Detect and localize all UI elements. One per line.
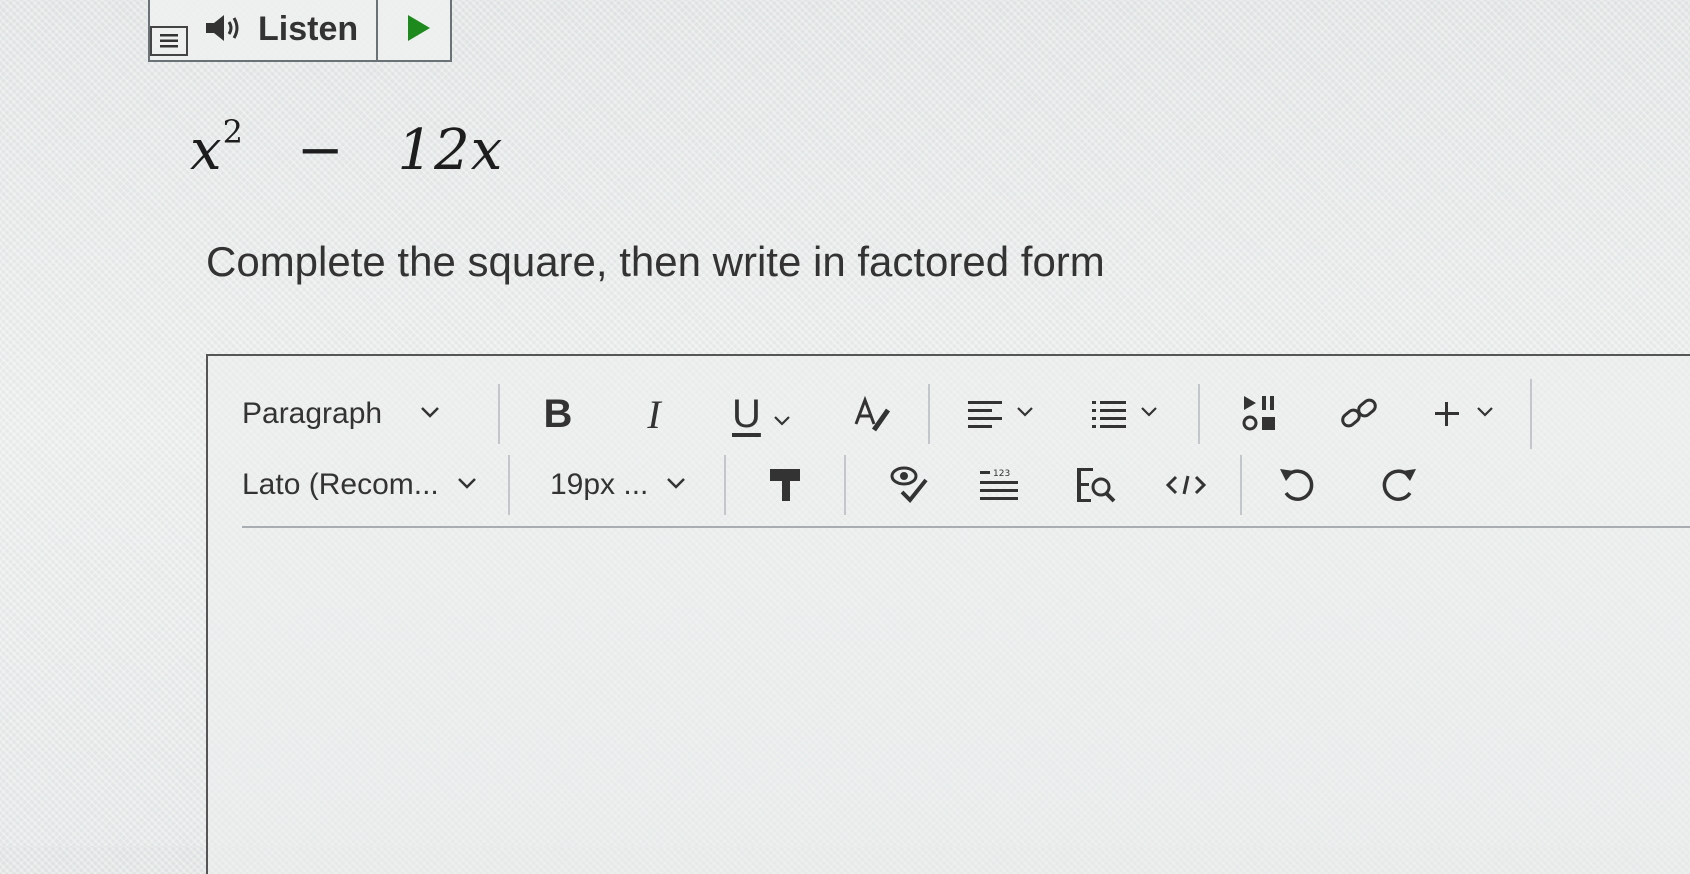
toolbar-separator [1530,379,1532,449]
play-icon[interactable] [404,11,434,50]
speaker-icon[interactable] [202,11,246,50]
rich-text-editor[interactable]: Paragraph B I U Lato (Recom... 19px ... … [206,354,1690,874]
font-size-value: 19px ... [550,468,649,501]
editor-content-area[interactable] [218,536,1690,874]
chevron-down-icon [1140,405,1158,423]
toolbar-separator [498,384,500,444]
svg-text:123: 123 [993,469,1010,479]
chevron-down-icon [773,392,791,437]
text-color-icon[interactable] [842,394,902,434]
undo-icon[interactable] [1268,463,1328,507]
align-icon[interactable] [966,397,1056,431]
math-operator: − [296,118,345,183]
word-count-icon[interactable]: 123 [970,467,1030,503]
menu-icon[interactable] [150,26,188,56]
underline-label: U [732,391,761,436]
toolbar-separator [1240,455,1242,515]
block-format-select[interactable]: Paragraph [242,397,482,431]
toolbar-separator [928,384,930,444]
chevron-down-icon [1016,405,1034,423]
listen-label[interactable]: Listen [258,10,358,49]
bold-button[interactable]: B [528,392,588,437]
link-icon[interactable] [1330,394,1390,434]
underline-button[interactable]: U [732,392,822,437]
list-icon[interactable] [1090,397,1180,431]
format-painter-icon[interactable] [756,465,816,505]
math-exponent: 2 [222,113,244,152]
italic-button[interactable]: I [624,391,684,438]
plus-icon[interactable] [1432,399,1522,429]
toolbar-row-2: Lato (Recom... 19px ... 123 [242,452,1428,518]
media-icon[interactable] [1232,393,1292,435]
redo-icon[interactable] [1368,463,1428,507]
chevron-down-icon [420,405,440,423]
code-icon[interactable] [1156,473,1216,497]
toolbar-separator [724,455,726,515]
listen-divider [376,0,379,61]
listen-toolbar: Listen [148,0,452,62]
accessibility-check-icon[interactable] [880,464,940,506]
italic-label: I [647,391,661,437]
font-family-value: Lato (Recom... [242,468,439,501]
math-base: x [190,118,223,183]
chevron-down-icon [666,476,686,494]
font-family-select[interactable]: Lato (Recom... [242,468,492,502]
question-prompt: Complete the square, then write in facto… [206,238,1105,285]
block-format-value: Paragraph [242,397,383,430]
toolbar-separator [1198,384,1200,444]
toolbar-separator [508,455,510,515]
font-size-select[interactable]: 19px ... [550,468,720,502]
toolbar-row-1: Paragraph B I U [242,379,1532,449]
math-term: 12x [397,118,504,183]
toolbar-bottom-border [242,526,1690,528]
math-expression: x2 − 12x [190,113,504,183]
chevron-down-icon [457,476,477,494]
chevron-down-icon [1476,405,1494,423]
toolbar-separator [844,455,846,515]
find-replace-icon[interactable] [1066,465,1126,505]
bold-label: B [543,391,573,436]
